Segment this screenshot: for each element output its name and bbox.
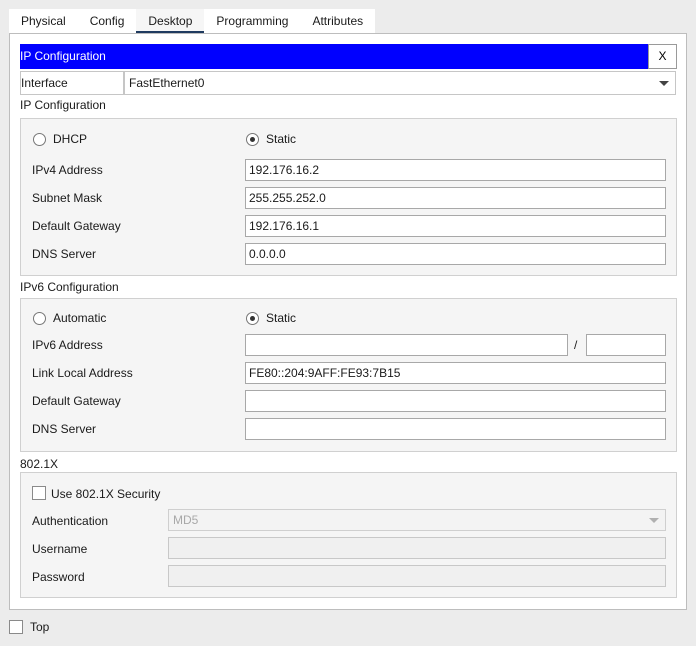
- ipv6-automatic-label: Automatic: [53, 311, 107, 325]
- tab-programming[interactable]: Programming: [204, 9, 300, 33]
- tab-desktop[interactable]: Desktop: [136, 9, 205, 33]
- link-local-label: Link Local Address: [32, 366, 133, 380]
- ipv6-address-input[interactable]: [245, 334, 568, 356]
- password-label: Password: [32, 570, 85, 584]
- ipv4-section-label: IP Configuration: [20, 98, 106, 112]
- radio-off-icon: [33, 311, 46, 325]
- interface-row: Interface FastEthernet0: [20, 71, 676, 95]
- interface-label: Interface: [20, 71, 124, 95]
- ipv4-gateway-label: Default Gateway: [32, 219, 121, 233]
- password-input[interactable]: [168, 565, 666, 587]
- desktop-panel: IP Configuration X Interface FastEtherne…: [9, 33, 687, 610]
- use-8021x-checkbox[interactable]: [32, 486, 46, 500]
- ipv6-gateway-input[interactable]: [245, 390, 666, 412]
- tab-physical[interactable]: Physical: [9, 9, 78, 33]
- ipv4-dns-label: DNS Server: [32, 247, 97, 261]
- dhcp-radio[interactable]: DHCP: [33, 132, 87, 146]
- prefix-separator: /: [574, 338, 578, 352]
- top-option: Top: [9, 620, 49, 634]
- chevron-down-icon: [649, 518, 659, 523]
- username-input[interactable]: [168, 537, 666, 559]
- link-local-input[interactable]: FE80::204:9AFF:FE93:7B15: [245, 362, 666, 384]
- dhcp-label: DHCP: [53, 132, 88, 146]
- tab-config[interactable]: Config: [78, 9, 137, 33]
- ipv6-address-label: IPv6 Address: [32, 338, 103, 352]
- ipv6-section-label: IPv6 Configuration: [20, 280, 119, 294]
- interface-value: FastEthernet0: [129, 76, 205, 90]
- chevron-down-icon: [659, 81, 669, 86]
- window-title: IP Configuration: [20, 49, 106, 63]
- dot1x-group: Use 802.1X Security Authentication MD5 U…: [20, 472, 677, 598]
- top-checkbox[interactable]: [9, 620, 23, 634]
- authentication-label: Authentication: [32, 514, 109, 528]
- authentication-value: MD5: [173, 513, 199, 527]
- tab-bar: Physical Config Desktop Programming Attr…: [9, 9, 376, 33]
- username-label: Username: [32, 542, 88, 556]
- ipv4-address-label: IPv4 Address: [32, 163, 103, 177]
- radio-off-icon: [33, 132, 46, 146]
- ipv4-static-label: Static: [266, 132, 297, 146]
- ipv6-static-label: Static: [266, 311, 297, 325]
- ipv4-group: DHCP Static IPv4 Address 192.176.16.2 Su…: [20, 118, 677, 276]
- tab-attributes[interactable]: Attributes: [300, 9, 375, 33]
- subnet-mask-input[interactable]: 255.255.252.0: [245, 187, 666, 209]
- subnet-mask-label: Subnet Mask: [32, 191, 103, 205]
- radio-on-icon: [246, 311, 259, 325]
- ipv6-automatic-radio[interactable]: Automatic: [33, 311, 106, 325]
- ipv4-address-input[interactable]: 192.176.16.2: [245, 159, 666, 181]
- window-titlebar: IP Configuration: [20, 44, 676, 69]
- top-label: Top: [30, 620, 50, 634]
- dot1x-section-label: 802.1X: [20, 457, 59, 471]
- ipv6-dns-label: DNS Server: [32, 422, 97, 436]
- ipv6-group: Automatic Static IPv6 Address / Link Loc…: [20, 298, 677, 452]
- ipv6-static-radio[interactable]: Static: [246, 311, 296, 325]
- close-button[interactable]: X: [648, 44, 677, 69]
- authentication-select[interactable]: MD5: [168, 509, 666, 531]
- ipv4-dns-input[interactable]: 0.0.0.0: [245, 243, 666, 265]
- ipv6-prefix-input[interactable]: [586, 334, 666, 356]
- ipv6-gateway-label: Default Gateway: [32, 394, 121, 408]
- ipv6-dns-input[interactable]: [245, 418, 666, 440]
- ipv4-static-radio[interactable]: Static: [246, 132, 296, 146]
- interface-select[interactable]: FastEthernet0: [124, 71, 676, 95]
- ipv4-gateway-input[interactable]: 192.176.16.1: [245, 215, 666, 237]
- radio-on-icon: [246, 132, 259, 146]
- use-8021x-label: Use 802.1X Security: [51, 487, 161, 501]
